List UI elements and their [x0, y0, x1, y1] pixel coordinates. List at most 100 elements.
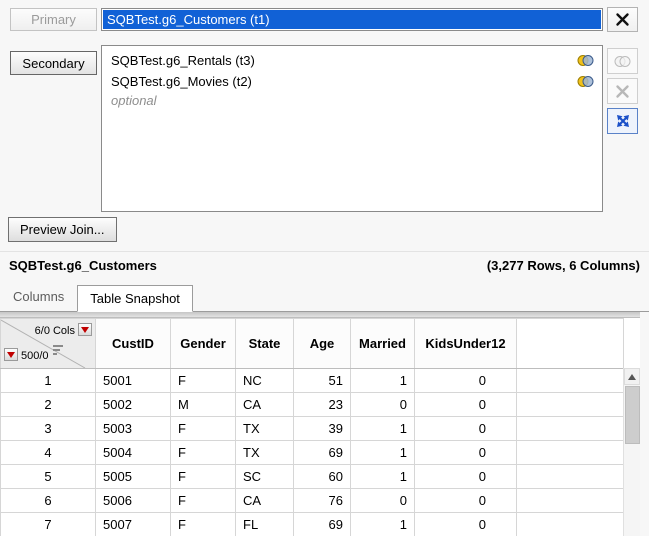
- table-dimensions: (3,277 Rows, 6 Columns): [487, 258, 640, 273]
- secondary-table-label: SQBTest.g6_Rentals (t3): [111, 53, 576, 68]
- table-row: 25002MCA2300: [1, 393, 624, 417]
- cell[interactable]: NC: [236, 369, 294, 393]
- secondary-table-label: SQBTest.g6_Movies (t2): [111, 74, 576, 89]
- cell[interactable]: 1: [351, 369, 415, 393]
- row-number[interactable]: 7: [1, 513, 96, 536]
- cell[interactable]: 39: [294, 417, 351, 441]
- filler-cell: [517, 489, 624, 513]
- table-title-bar: SQBTest.g6_Customers (3,277 Rows, 6 Colu…: [0, 251, 649, 279]
- row-number[interactable]: 5: [1, 465, 96, 489]
- cell[interactable]: 0: [415, 417, 517, 441]
- rows-counter: 500/0: [21, 350, 49, 362]
- tab-columns[interactable]: Columns: [1, 284, 76, 311]
- row-number[interactable]: 1: [1, 369, 96, 393]
- columns-counter: 6/0 Cols: [35, 325, 75, 337]
- cell[interactable]: 60: [294, 465, 351, 489]
- edit-join-venn-button: [607, 48, 638, 74]
- column-header-married[interactable]: Married: [351, 319, 415, 369]
- cell[interactable]: 1: [351, 441, 415, 465]
- cell[interactable]: 5004: [96, 441, 171, 465]
- secondary-tables-list[interactable]: SQBTest.g6_Rentals (t3) SQBTest.g6_Movie…: [101, 45, 603, 212]
- secondary-table-button[interactable]: Secondary: [10, 51, 97, 75]
- cell[interactable]: 5005: [96, 465, 171, 489]
- remove-primary-button[interactable]: [607, 7, 638, 32]
- cell[interactable]: CA: [236, 393, 294, 417]
- cell[interactable]: 23: [294, 393, 351, 417]
- cell[interactable]: F: [171, 441, 236, 465]
- cell[interactable]: 76: [294, 489, 351, 513]
- cell[interactable]: F: [171, 465, 236, 489]
- table-corner-panel: 6/0 Cols 500/0: [1, 319, 96, 369]
- crossed-arrows-icon: [614, 112, 632, 130]
- filler-header: [517, 319, 624, 369]
- cell[interactable]: FL: [236, 513, 294, 536]
- tab-table-snapshot[interactable]: Table Snapshot: [77, 285, 193, 312]
- rows-menu-red-triangle[interactable]: [4, 348, 18, 361]
- filler-cell: [517, 441, 624, 465]
- cell[interactable]: 69: [294, 513, 351, 536]
- cell[interactable]: 1: [351, 417, 415, 441]
- columns-menu-red-triangle[interactable]: [78, 323, 92, 336]
- cell[interactable]: 0: [351, 489, 415, 513]
- cell[interactable]: 0: [415, 513, 517, 536]
- column-header-custid[interactable]: CustID: [96, 319, 171, 369]
- cell[interactable]: F: [171, 417, 236, 441]
- scroll-up-button[interactable]: [624, 368, 640, 385]
- column-header-age[interactable]: Age: [294, 319, 351, 369]
- venn-join-icon[interactable]: [576, 75, 595, 88]
- primary-table-button[interactable]: Primary: [10, 8, 97, 31]
- filler-cell: [517, 369, 624, 393]
- cell[interactable]: 0: [351, 393, 415, 417]
- cell[interactable]: SC: [236, 465, 294, 489]
- row-number[interactable]: 3: [1, 417, 96, 441]
- cell[interactable]: CA: [236, 489, 294, 513]
- cell[interactable]: 51: [294, 369, 351, 393]
- cell[interactable]: 0: [415, 441, 517, 465]
- column-header-kidsunder12[interactable]: KidsUnder12: [415, 319, 517, 369]
- table-row: 15001FNC5110: [1, 369, 624, 393]
- cell[interactable]: 5002: [96, 393, 171, 417]
- column-header-gender[interactable]: Gender: [171, 319, 236, 369]
- cell[interactable]: F: [171, 369, 236, 393]
- tab-bar: Columns Table Snapshot: [0, 279, 649, 312]
- cell[interactable]: 0: [415, 465, 517, 489]
- table-row: 45004FTX6910: [1, 441, 624, 465]
- close-icon: [615, 12, 630, 27]
- snapshot-table: 6/0 Cols 500/0 CustID Gender State Age M…: [0, 318, 624, 536]
- cell[interactable]: M: [171, 393, 236, 417]
- cell[interactable]: TX: [236, 417, 294, 441]
- snapshot-rows: 15001FNC511025002MCA230035003FTX39104500…: [1, 369, 624, 536]
- row-number[interactable]: 6: [1, 489, 96, 513]
- header-row: 6/0 Cols 500/0 CustID Gender State Age M…: [1, 319, 624, 369]
- cell[interactable]: 1: [351, 465, 415, 489]
- primary-selected-table[interactable]: SQBTest.g6_Customers (t1): [103, 10, 601, 29]
- cell[interactable]: TX: [236, 441, 294, 465]
- column-header-state[interactable]: State: [236, 319, 294, 369]
- row-number[interactable]: 4: [1, 441, 96, 465]
- cell[interactable]: 0: [415, 489, 517, 513]
- venn-join-icon[interactable]: [576, 54, 595, 67]
- cell[interactable]: F: [171, 513, 236, 536]
- vertical-scrollbar[interactable]: [623, 368, 640, 536]
- secondary-table-item[interactable]: SQBTest.g6_Movies (t2): [102, 71, 602, 92]
- cell[interactable]: 0: [415, 393, 517, 417]
- row-number[interactable]: 2: [1, 393, 96, 417]
- optional-placeholder: optional: [102, 92, 602, 113]
- scrollbar-thumb[interactable]: [625, 386, 640, 444]
- cell[interactable]: F: [171, 489, 236, 513]
- cell[interactable]: 5003: [96, 417, 171, 441]
- cell[interactable]: 69: [294, 441, 351, 465]
- cell[interactable]: 0: [415, 369, 517, 393]
- table-row: 65006FCA7600: [1, 489, 624, 513]
- primary-table-field[interactable]: SQBTest.g6_Customers (t1): [101, 8, 603, 31]
- join-editor-button[interactable]: [607, 108, 638, 134]
- cell[interactable]: 5001: [96, 369, 171, 393]
- cell[interactable]: 5006: [96, 489, 171, 513]
- preview-join-button[interactable]: Preview Join...: [8, 217, 117, 242]
- column-list-icon: [53, 345, 64, 355]
- table-row: 35003FTX3910: [1, 417, 624, 441]
- secondary-table-item[interactable]: SQBTest.g6_Rentals (t3): [102, 50, 602, 71]
- remove-secondary-button: [607, 78, 638, 104]
- cell[interactable]: 5007: [96, 513, 171, 536]
- cell[interactable]: 1: [351, 513, 415, 536]
